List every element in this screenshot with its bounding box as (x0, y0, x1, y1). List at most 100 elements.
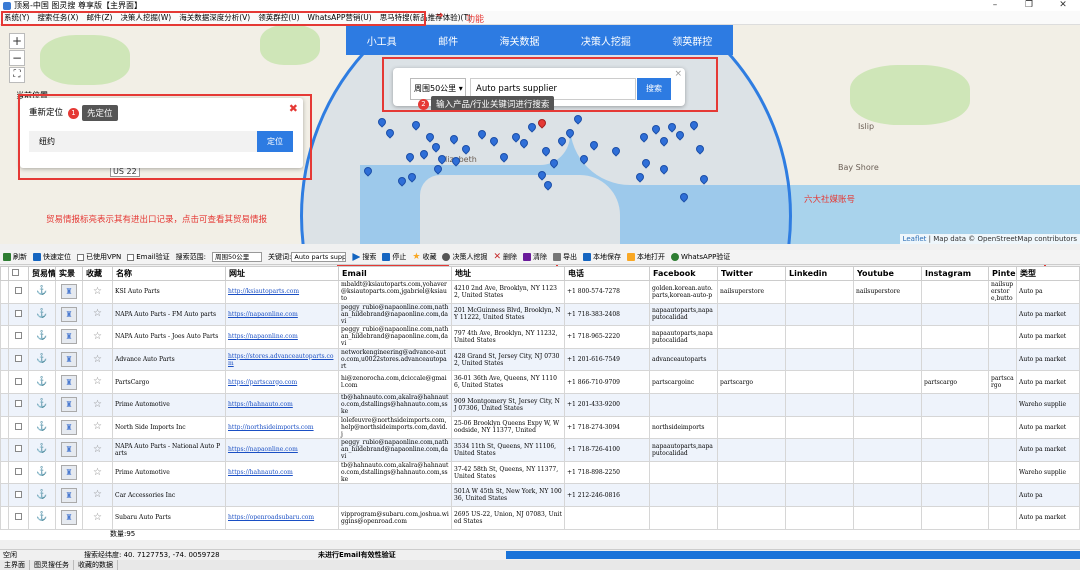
menu-decision-maker[interactable]: 决策人挖掘(W) (116, 12, 175, 23)
streetview-cell[interactable]: ♜ (55, 347, 83, 372)
streetview-cell[interactable]: ♜ (55, 460, 83, 485)
favorite-cell[interactable]: ☆ (82, 415, 113, 440)
favorite-cell[interactable]: ☆ (82, 438, 113, 462)
minimize-button[interactable]: – (978, 0, 1012, 11)
favorite-cell[interactable]: ☆ (82, 483, 113, 507)
table-row[interactable]: ⚓ ♜ ☆ NAPA Auto Parts - National Auto Parts… (0, 438, 1080, 462)
website-link[interactable]: https://hahnauto.com (228, 401, 293, 408)
row-checkbox[interactable] (8, 392, 29, 417)
cell-website[interactable]: https://napaonline.com (225, 438, 339, 462)
trade-intel-cell[interactable]: ⚓ (28, 325, 56, 349)
table-row[interactable]: ⚓ ♜ ☆ Advance Auto Parts https://stores.adva… (0, 347, 1080, 372)
whatsapp-verify-button[interactable]: WhatsAPP验证 (671, 252, 730, 262)
streetview-cell[interactable]: ♜ (55, 392, 83, 417)
menu-customs-analysis[interactable]: 海关数据深度分析(V) (175, 12, 254, 23)
streetview-cell[interactable]: ♜ (55, 280, 83, 304)
favorite-cell[interactable]: ☆ (82, 370, 113, 394)
row-checkbox[interactable] (8, 370, 29, 394)
zoom-in-button[interactable]: + (9, 33, 25, 49)
col-pinterest[interactable]: Pinterest (988, 266, 1017, 281)
row-checkbox[interactable] (8, 280, 29, 304)
trade-intel-cell[interactable]: ⚓ (28, 280, 56, 304)
cell-website[interactable]: http://northsideimports.com (225, 415, 339, 440)
row-checkbox[interactable] (8, 483, 29, 507)
col-instagram[interactable]: Instagram (921, 266, 989, 281)
menu-system[interactable]: 系统(Y) (0, 12, 33, 23)
col-facebook[interactable]: Facebook (649, 266, 718, 281)
col-type[interactable]: 类型 (1016, 266, 1080, 281)
favorite-cell[interactable]: ☆ (82, 325, 113, 349)
select-all-checkbox[interactable] (8, 266, 29, 281)
tab-search-tasks[interactable]: 图灵搜任务 (30, 560, 74, 570)
row-checkbox[interactable] (8, 325, 29, 349)
search-button[interactable]: 搜索 (637, 78, 671, 100)
location-input[interactable] (29, 131, 257, 152)
trade-intel-cell[interactable]: ⚓ (28, 460, 56, 485)
col-favorite[interactable]: 收藏 (82, 266, 113, 281)
nav-tools[interactable]: 小工具 (367, 33, 397, 48)
website-link[interactable]: https://hahnauto.com (228, 469, 293, 476)
trade-intel-cell[interactable]: ⚓ (28, 415, 56, 440)
website-link[interactable]: https://stores.advanceautoparts.com (228, 353, 333, 367)
vpn-checkbox[interactable]: 已使用VPN (77, 252, 121, 262)
col-website[interactable]: 网址 (225, 266, 339, 281)
table-row[interactable]: ⚓ ♜ ☆ Prime Automotive https://hahnauto.com t… (0, 392, 1080, 417)
favorite-button[interactable]: ★ 收藏 (412, 252, 436, 262)
cell-website[interactable]: https://partscargo.com (225, 370, 339, 394)
table-row[interactable]: ⚓ ♜ ☆ Car Accessories Inc 501A W 45th St, Ne… (0, 483, 1080, 507)
col-phone[interactable]: 电话 (564, 266, 650, 281)
locate-button[interactable]: 定位 (257, 131, 293, 152)
website-link[interactable]: https://openroadsubaru.com (228, 514, 314, 521)
table-row[interactable]: ⚓ ♜ ☆ KSI Auto Parts http://ksiautoparts.com… (0, 280, 1080, 304)
favorite-cell[interactable]: ☆ (82, 460, 113, 485)
trade-intel-cell[interactable]: ⚓ (28, 505, 56, 530)
menu-mail[interactable]: 邮件(Z) (82, 12, 116, 23)
row-checkbox[interactable] (8, 415, 29, 440)
cell-website[interactable] (225, 483, 339, 507)
cell-website[interactable]: http://ksiautoparts.com (225, 280, 339, 304)
cell-website[interactable]: https://napaonline.com (225, 325, 339, 349)
cell-website[interactable]: https://hahnauto.com (225, 392, 339, 417)
streetview-cell[interactable]: ♜ (55, 505, 83, 530)
streetview-cell[interactable]: ♜ (55, 370, 83, 394)
tab-main[interactable]: 主界面 (0, 560, 30, 570)
col-name[interactable]: 名称 (112, 266, 226, 281)
table-row[interactable]: ⚓ ♜ ☆ Subaru Auto Parts https://openroadsuba… (0, 505, 1080, 530)
col-twitter[interactable]: Twitter (717, 266, 786, 281)
range-select[interactable]: 周围50公里 (212, 252, 263, 262)
maximize-button[interactable]: ❐ (1012, 0, 1046, 11)
trade-intel-cell[interactable]: ⚓ (28, 302, 56, 327)
tab-favorites[interactable]: 收藏的数据 (74, 560, 118, 570)
close-icon[interactable]: × (674, 69, 682, 79)
col-email[interactable]: Email (338, 266, 452, 281)
row-checkbox[interactable] (8, 505, 29, 530)
stop-button[interactable]: 停止 (382, 252, 406, 262)
cell-website[interactable]: https://stores.advanceautoparts.com (225, 347, 339, 372)
col-trade[interactable]: 贸易情报 (28, 266, 56, 281)
table-row[interactable]: ⚓ ♜ ☆ North Side Imports Inc http://northsid… (0, 415, 1080, 440)
search-run-button[interactable]: 搜索 (352, 252, 376, 262)
cell-website[interactable]: https://hahnauto.com (225, 460, 339, 485)
row-checkbox[interactable] (8, 438, 29, 462)
col-address[interactable]: 地址 (451, 266, 565, 281)
favorite-cell[interactable]: ☆ (82, 505, 113, 530)
table-row[interactable]: ⚓ ♜ ☆ PartsCargo https://partscargo.com hi@ze… (0, 370, 1080, 394)
cell-website[interactable]: https://napaonline.com (225, 302, 339, 327)
nav-decision-maker[interactable]: 决策人挖掘 (581, 33, 631, 48)
website-link[interactable]: https://napaonline.com (228, 311, 298, 318)
menu-smart-search[interactable]: 思马特搜(新品推荐体验)(T) (376, 12, 475, 23)
streetview-cell[interactable]: ♜ (55, 325, 83, 349)
toolbar-keyword-input[interactable]: Auto parts suppl (291, 252, 347, 262)
row-checkbox[interactable] (8, 460, 29, 485)
decision-maker-button[interactable]: 决策人挖掘 (442, 252, 487, 262)
menu-search-task[interactable]: 搜索任务(X) (33, 12, 82, 23)
streetview-cell[interactable]: ♜ (55, 415, 83, 440)
streetview-cell[interactable]: ♜ (55, 483, 83, 507)
website-link[interactable]: https://partscargo.com (228, 379, 297, 386)
table-row[interactable]: ⚓ ♜ ☆ NAPA Auto Parts - Joes Auto Parts http… (0, 325, 1080, 349)
trade-intel-cell[interactable]: ⚓ (28, 392, 56, 417)
nav-mail[interactable]: 邮件 (438, 33, 458, 48)
favorite-cell[interactable]: ☆ (82, 302, 113, 327)
row-checkbox[interactable] (8, 347, 29, 372)
website-link[interactable]: https://napaonline.com (228, 333, 298, 340)
